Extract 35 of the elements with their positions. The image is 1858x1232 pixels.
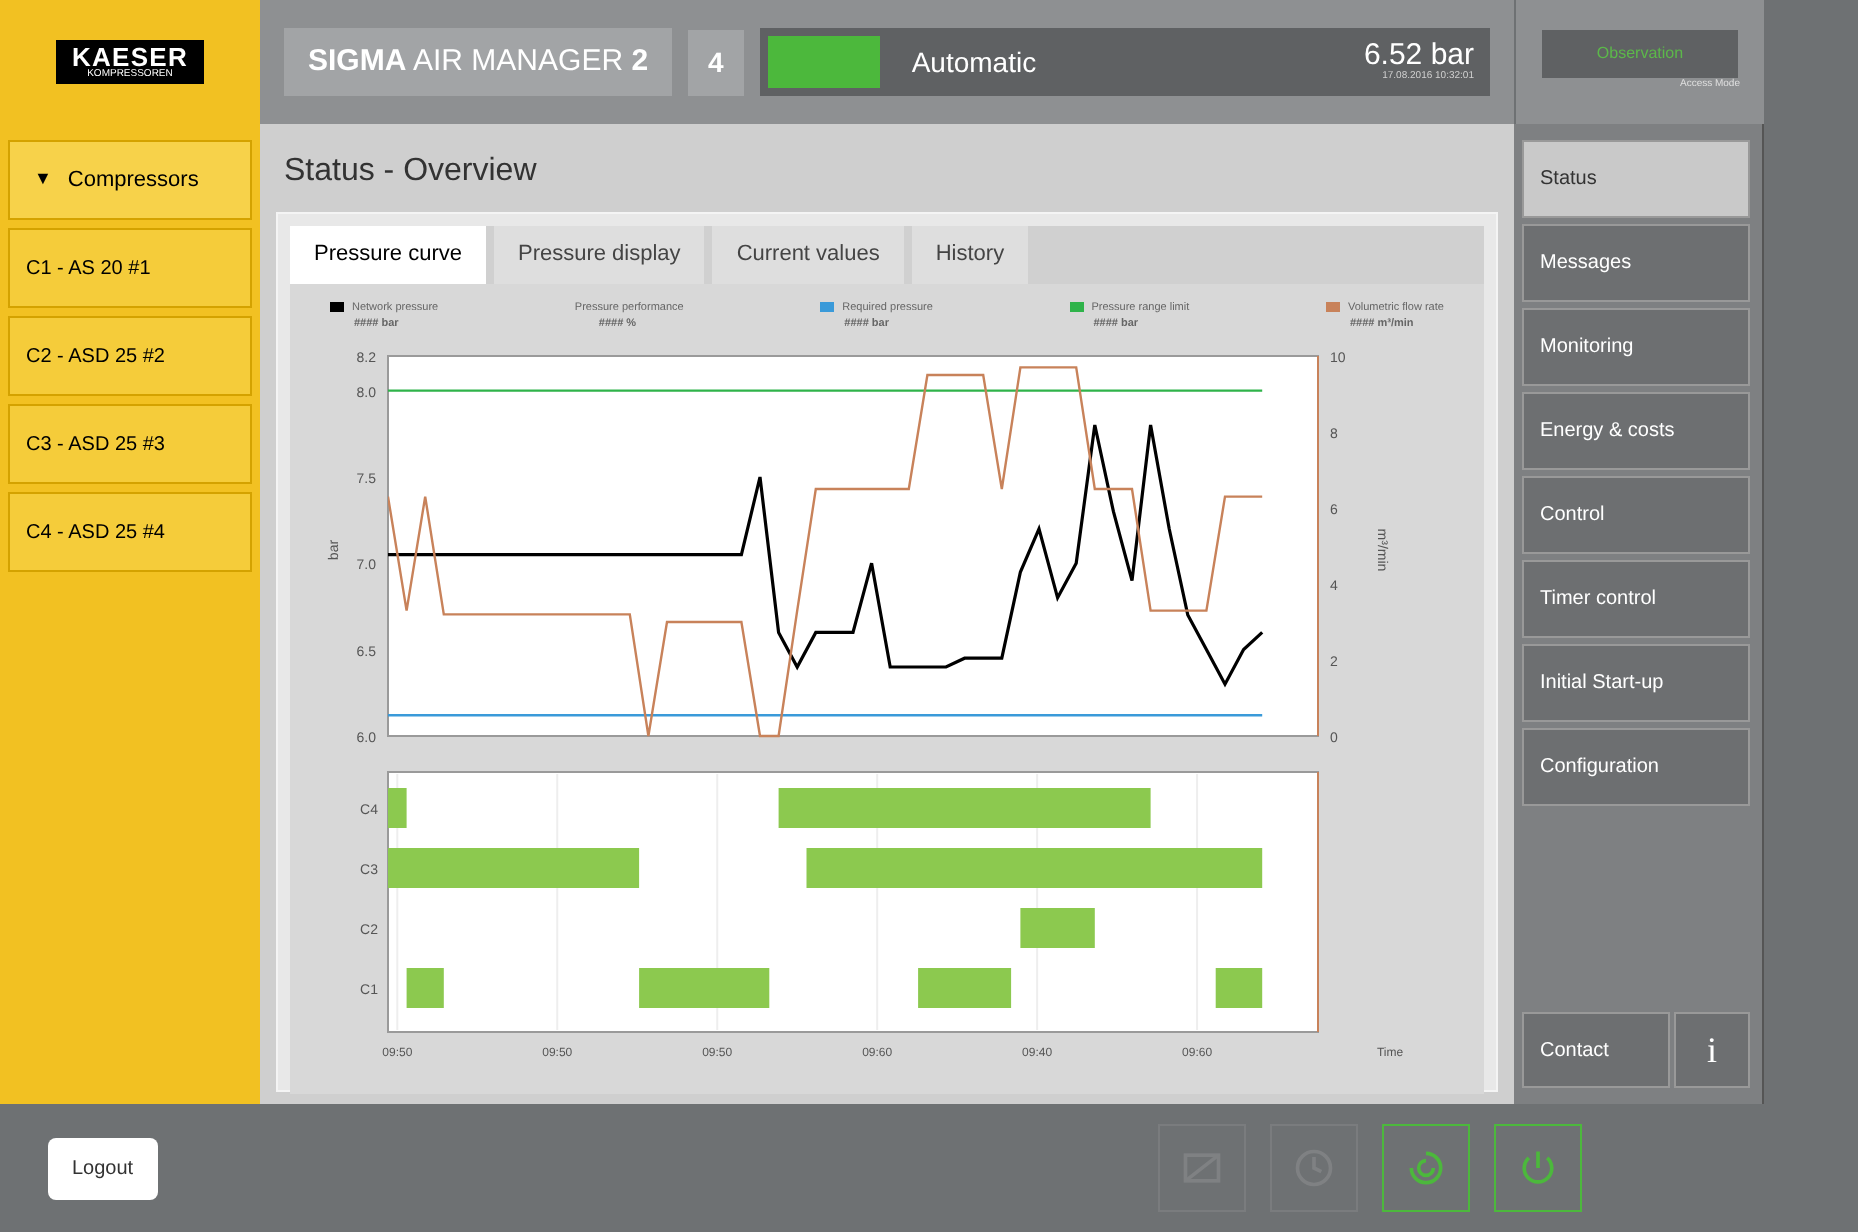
nav-item[interactable]: Control xyxy=(1522,476,1750,554)
nav-item[interactable]: Status xyxy=(1522,140,1750,218)
app-title: SIGMA AIR MANAGER 2 xyxy=(284,27,673,97)
nav-item[interactable]: Messages xyxy=(1522,224,1750,302)
compressor-count: 4 xyxy=(688,29,744,95)
nav-item[interactable]: Timer control xyxy=(1522,560,1750,638)
compressor-item[interactable]: C2 - ASD 25 #2 xyxy=(8,316,252,396)
tab[interactable]: Pressure curve xyxy=(290,226,486,283)
tab[interactable]: Current values xyxy=(712,226,904,283)
logout-button[interactable]: Logout xyxy=(48,1137,158,1199)
compressor-item[interactable]: C1 - AS 20 #1 xyxy=(8,228,252,308)
compressors-label: Compressors xyxy=(67,165,199,196)
nav-item[interactable]: Configuration xyxy=(1522,728,1750,806)
page-title: Status - Overview xyxy=(282,152,539,192)
nav-item[interactable]: Monitoring xyxy=(1522,308,1750,386)
run-bar xyxy=(1020,908,1095,948)
caret-icon: ▼ xyxy=(34,166,52,194)
mode-label: Automatic xyxy=(911,43,1037,81)
footer-button[interactable] xyxy=(1381,1124,1470,1212)
tab[interactable]: Pressure display xyxy=(493,226,705,283)
info-button[interactable]: i xyxy=(1674,1012,1750,1088)
run-bar xyxy=(639,968,770,1008)
tab[interactable]: History xyxy=(911,226,1029,283)
compressor-item[interactable]: C4 - ASD 25 #4 xyxy=(8,492,252,572)
run-bar xyxy=(388,788,407,828)
contact-button[interactable]: Contact xyxy=(1522,1012,1670,1088)
run-bar xyxy=(1215,968,1263,1008)
pressure-reading: 6.52 bar xyxy=(1363,39,1474,70)
footer-button[interactable] xyxy=(1493,1124,1582,1212)
run-bar xyxy=(406,968,444,1008)
compressors-header[interactable]: ▼ Compressors xyxy=(8,140,252,220)
run-bar xyxy=(918,968,1012,1008)
compressor-item[interactable]: C3 - ASD 25 #3 xyxy=(8,404,252,484)
nav-item[interactable]: Energy & costs xyxy=(1522,392,1750,470)
nav-item[interactable]: Initial Start-up xyxy=(1522,644,1750,722)
